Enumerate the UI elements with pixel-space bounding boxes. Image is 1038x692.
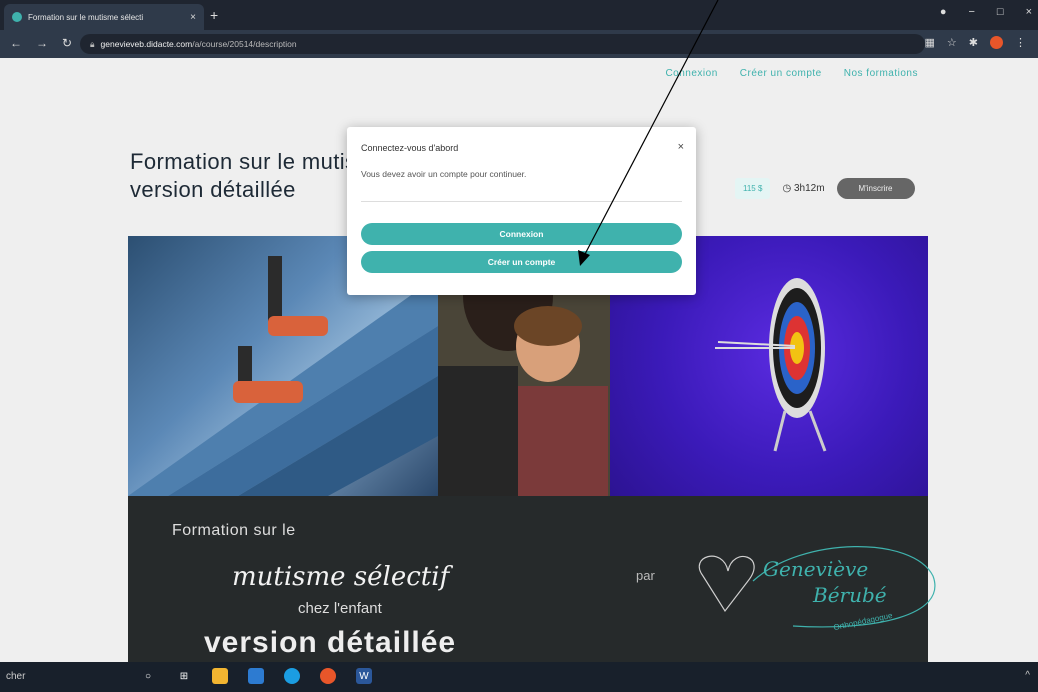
dialog-register-button[interactable]: Créer un compte <box>361 251 682 273</box>
nav-signup-link[interactable]: Créer un compte <box>740 68 822 79</box>
dialog-close-icon[interactable]: × <box>678 141 684 153</box>
login-required-dialog: Connectez-vous d'abord × Vous devez avoi… <box>347 127 696 295</box>
tab-close-icon[interactable]: × <box>190 12 196 23</box>
course-meta: 115 $ ◷ 3h12m M'inscrire <box>735 178 915 199</box>
site-nav: Connexion Créer un compte Nos formations <box>665 68 918 79</box>
file-explorer-icon[interactable] <box>212 668 228 684</box>
author-logo: Geneviève Bérubé Orthopédagogue <box>698 546 936 632</box>
banner-line-2: mutisme sélectif <box>232 562 450 592</box>
profile-avatar-icon[interactable] <box>990 36 1003 49</box>
banner-par: par <box>636 568 655 583</box>
mail-icon[interactable] <box>248 668 264 684</box>
tab-title: Formation sur le mutisme sélecti <box>28 12 144 22</box>
reload-icon[interactable]: ↻ <box>62 36 72 50</box>
course-banner: Formation sur le mutisme sélectif chez l… <box>128 496 936 662</box>
duration-value: 3h12m <box>793 183 825 194</box>
dialog-divider <box>361 201 682 202</box>
course-hero: Formation sur le mutisme sélectif chez l… <box>128 236 936 662</box>
dialog-login-button[interactable]: Connexion <box>361 223 682 245</box>
maximize-button[interactable]: □ <box>997 6 1004 18</box>
dialog-message: Vous devez avoir un compte pour continue… <box>361 169 527 179</box>
taskbar-icons: ○ ⊞ W <box>140 668 372 684</box>
edge-icon[interactable] <box>284 668 300 684</box>
close-window-button[interactable]: × <box>1026 6 1032 18</box>
dialog-title: Connectez-vous d'abord <box>361 143 459 153</box>
lock-icon: 🔒︎ <box>90 38 95 49</box>
menu-dots-icon[interactable]: ⋮ <box>1015 36 1026 49</box>
banner-line-1: Formation sur le <box>172 522 296 539</box>
url-path: /a/course/20514/description <box>192 39 297 49</box>
banner-line-4: version détaillée <box>204 626 457 659</box>
extensions-area: ▦ ☆ ✱ ⋮ <box>925 36 1026 49</box>
nav-courses-link[interactable]: Nos formations <box>844 68 918 79</box>
bookmark-star-icon[interactable]: ☆ <box>947 36 957 49</box>
nav-login-link[interactable]: Connexion <box>665 68 717 79</box>
banner-line-3: chez l'enfant <box>298 600 382 617</box>
clock-icon: ◷ <box>782 183 794 194</box>
forward-arrow-icon[interactable]: → <box>36 36 48 50</box>
minimize-button[interactable]: − <box>968 6 974 18</box>
windows-taskbar: cher ○ ⊞ W ^ <box>0 662 1038 692</box>
url-bar[interactable]: 🔒︎ genevieveb.didacte.com/a/course/20514… <box>80 34 925 54</box>
logo-subtitle: Orthopédagogue <box>833 611 894 632</box>
taskbar-search-text[interactable]: cher <box>6 671 25 682</box>
tray-chevron-icon[interactable]: ^ <box>1025 670 1030 681</box>
word-icon[interactable]: W <box>356 668 372 684</box>
task-view-icon[interactable]: ⊞ <box>176 668 192 684</box>
enroll-button[interactable]: M'inscrire <box>836 178 915 199</box>
logo-name-1: Geneviève <box>763 557 868 581</box>
price-badge: 115 $ <box>735 178 771 199</box>
chrome-icon[interactable] <box>320 668 336 684</box>
back-arrow-icon[interactable]: ← <box>10 36 22 50</box>
nav-buttons: ← → ↻ <box>10 36 72 50</box>
site-favicon-icon <box>12 12 22 22</box>
new-tab-button[interactable]: + <box>210 7 218 23</box>
qr-icon[interactable]: ▦ <box>925 36 935 49</box>
extensions-puzzle-icon[interactable]: ✱ <box>969 36 978 49</box>
profile-dot-icon[interactable]: ● <box>940 6 947 18</box>
logo-name-2: Bérubé <box>812 583 887 607</box>
url-host: genevieveb.didacte.com <box>100 39 193 49</box>
browser-tab[interactable]: Formation sur le mutisme sélecti × <box>4 4 204 30</box>
cortana-icon[interactable]: ○ <box>140 668 156 684</box>
window-controls: ● − □ × <box>940 6 1032 18</box>
duration: ◷ 3h12m <box>782 183 824 194</box>
